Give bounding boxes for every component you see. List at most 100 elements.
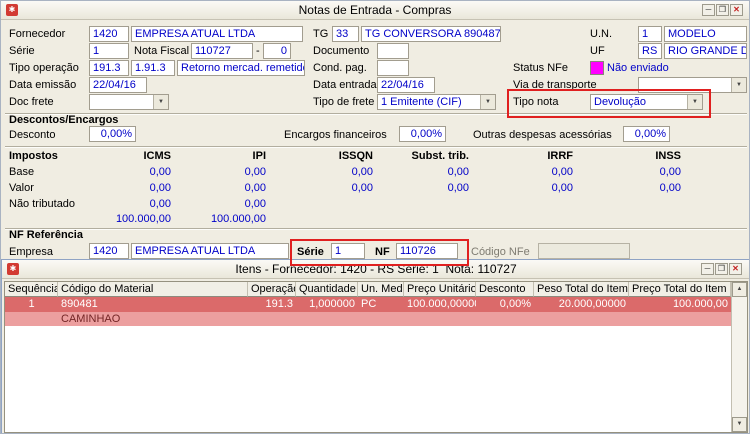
col-header-preco-unitario[interactable]: Preço Unitário <box>404 282 476 297</box>
desconto-label: Desconto <box>9 129 56 141</box>
col-header-peso-total[interactable]: Peso Total do Item <box>534 282 629 297</box>
col-header-operacao[interactable]: Operação <box>248 282 296 297</box>
fornecedor-name-field[interactable]: EMPRESA ATUAL LTDA <box>131 26 303 42</box>
impostos-value: 0,00 <box>351 182 373 194</box>
nota-fiscal-suffix-field[interactable]: 0 <box>263 43 291 59</box>
tipo-frete-label: Tipo de frete <box>313 96 375 108</box>
section-divider <box>5 228 747 230</box>
doc-frete-dropdown[interactable]: ▼ <box>89 94 169 110</box>
uf-label: UF <box>590 45 605 57</box>
cond-pag-field[interactable] <box>377 60 409 76</box>
nf-ref-serie-field[interactable]: 1 <box>331 243 365 259</box>
impostos-value: 0,00 <box>447 166 469 178</box>
maximize-icon[interactable]: ❒ <box>716 4 729 16</box>
itens-table: Sequência Código do Material Operação Qu… <box>4 281 748 433</box>
impostos-value: 0,00 <box>244 198 266 210</box>
tg-code-field[interactable]: 33 <box>332 26 359 42</box>
status-nfe-label: Status NFe <box>513 62 569 74</box>
chevron-down-icon[interactable]: ▼ <box>480 95 495 109</box>
un-name-field[interactable]: MODELO <box>664 26 747 42</box>
via-transporte-dropdown[interactable]: ▼ <box>638 77 747 93</box>
main-title-bar[interactable]: ✱ Notas de Entrada - Compras ─ ❒ ✕ <box>1 1 749 20</box>
col-header-sequencia[interactable]: Sequência <box>5 282 58 297</box>
col-header-codigo-material[interactable]: Código do Material <box>58 282 248 297</box>
un-code-field[interactable]: 1 <box>638 26 662 42</box>
impostos-value: 0,00 <box>149 166 171 178</box>
tipo-operacao-code2-field[interactable]: 1.91.3 <box>131 60 175 76</box>
close-icon[interactable]: ✕ <box>729 263 742 275</box>
vertical-scrollbar[interactable]: ▲ ▼ <box>731 282 747 432</box>
col-header-quantidade[interactable]: Quantidade <box>296 282 358 297</box>
documento-label: Documento <box>313 45 370 57</box>
impostos-section-title: Impostos <box>9 150 58 162</box>
table-row-line2: CAMINHAO <box>5 312 731 326</box>
impostos-row-label: Base <box>9 166 35 178</box>
chevron-down-icon[interactable]: ▼ <box>731 78 746 92</box>
chevron-down-icon[interactable]: ▼ <box>153 95 168 109</box>
tipo-operacao-label: Tipo operação <box>9 62 79 74</box>
encargos-field[interactable]: 0,00% <box>399 126 446 142</box>
uf-name-field[interactable]: RIO GRANDE DO SUL <box>664 43 747 59</box>
status-nfe-color-swatch <box>590 61 604 75</box>
col-header-preco-total[interactable]: Preço Total do Item <box>629 282 731 297</box>
tipo-operacao-code-field[interactable]: 191.3 <box>89 60 129 76</box>
impostos-value: 0,00 <box>351 166 373 178</box>
itens-window: ✱ Itens - Fornecedor: 1420 - RS Série: 1… <box>1 259 749 433</box>
impostos-value: 0,00 <box>447 182 469 194</box>
maximize-icon[interactable]: ❒ <box>715 263 728 275</box>
cell-desconto: 0,00% <box>499 298 531 310</box>
desconto-field[interactable]: 0,00% <box>89 126 136 142</box>
table-row[interactable]: 1 890481 191.3 1,000000 PC 100.000,00000… <box>5 297 731 326</box>
doc-frete-label: Doc frete <box>9 96 54 108</box>
fornecedor-label: Fornecedor <box>9 28 66 40</box>
nf-ref-nf-field[interactable]: 110726 <box>396 243 458 259</box>
scroll-down-icon[interactable]: ▼ <box>732 417 747 432</box>
nf-referencia-section-title: NF Referência <box>9 229 83 241</box>
empresa-name-field[interactable]: EMPRESA ATUAL LTDA <box>131 243 289 259</box>
serie-field[interactable]: 1 <box>89 43 129 59</box>
tipo-nota-dropdown[interactable]: Devolução ▼ <box>590 94 703 110</box>
minimize-icon[interactable]: ─ <box>702 4 715 16</box>
itens-window-title: Itens - Fornecedor: 1420 - RS Série: 1 N… <box>235 262 517 276</box>
outras-despesas-field[interactable]: 0,00% <box>623 126 670 142</box>
cell-preco-total: 100.000,00 <box>672 298 728 310</box>
empresa-code-field[interactable]: 1420 <box>89 243 129 259</box>
impostos-value: 0,00 <box>244 182 266 194</box>
nota-fiscal-field[interactable]: 110727 <box>191 43 253 59</box>
impostos-col-ipi: IPI <box>252 150 266 162</box>
impostos-value: 0,00 <box>149 198 171 210</box>
cell-sequencia: 1 <box>28 298 35 310</box>
col-header-un-med[interactable]: Un. Med. <box>358 282 404 297</box>
data-emissao-field[interactable]: 22/04/16 <box>89 77 147 93</box>
scroll-up-icon[interactable]: ▲ <box>732 282 747 297</box>
serie-label: Série <box>9 45 35 57</box>
chevron-down-icon[interactable]: ▼ <box>687 95 702 109</box>
impostos-value: 0,00 <box>659 166 681 178</box>
encargos-label: Encargos financeiros <box>284 129 387 141</box>
impostos-value: 0,00 <box>659 182 681 194</box>
tipo-frete-value: 1 Emitente (CIF) <box>381 96 462 108</box>
nf-ref-serie-label: Série <box>297 246 324 258</box>
outras-despesas-label: Outras despesas acessórias <box>473 129 612 141</box>
documento-field[interactable] <box>377 43 409 59</box>
data-entrada-field[interactable]: 22/04/16 <box>377 77 435 93</box>
uf-code-field[interactable]: RS <box>638 43 662 59</box>
tipo-operacao-desc-field[interactable]: Retorno mercad. remetido demonstra <box>177 60 305 76</box>
impostos-value: 0,00 <box>551 182 573 194</box>
impostos-col-subst: Subst. trib. <box>411 150 469 162</box>
tipo-nota-value: Devolução <box>594 96 646 108</box>
tg-name-field[interactable]: TG CONVERSORA 890487 <box>361 26 501 42</box>
col-header-desconto[interactable]: Desconto <box>476 282 534 297</box>
impostos-row-label: Não tributado <box>9 198 76 210</box>
close-icon[interactable]: ✕ <box>730 4 743 16</box>
itens-title-bar[interactable]: ✱ Itens - Fornecedor: 1420 - RS Série: 1… <box>2 260 749 279</box>
tipo-nota-label: Tipo nota <box>513 96 559 108</box>
un-label: U.N. <box>590 28 612 40</box>
fornecedor-code-field[interactable]: 1420 <box>89 26 129 42</box>
cell-codigo: 890481 <box>61 298 98 310</box>
tipo-frete-dropdown[interactable]: 1 Emitente (CIF) ▼ <box>377 94 496 110</box>
status-nfe-value: Não enviado <box>607 62 669 74</box>
cell-preco-unitario: 100.000,00000 <box>407 298 476 310</box>
section-divider <box>5 146 747 148</box>
minimize-icon[interactable]: ─ <box>701 263 714 275</box>
